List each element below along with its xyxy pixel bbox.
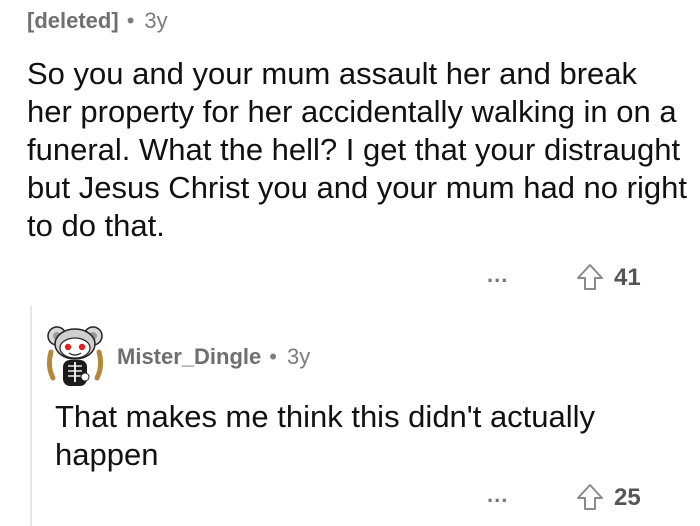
vote-count: 41	[614, 264, 641, 291]
comment-deleted: [deleted] • 3y So you and your mum assault…	[0, 0, 700, 306]
upvote-arrow-icon[interactable]	[575, 262, 605, 292]
upvote-arrow-icon[interactable]	[575, 482, 605, 512]
comment-actions: ... 41	[0, 258, 700, 298]
more-options-icon[interactable]: ...	[487, 482, 508, 508]
comment-age: 3y	[144, 8, 168, 33]
vote-count: 25	[614, 484, 641, 511]
comment-body: So you and your mum assault her and brea…	[27, 56, 687, 243]
reply-author[interactable]: Mister_Dingle	[117, 344, 261, 369]
snoo-avatar-icon[interactable]	[45, 322, 105, 390]
comment-meta: [deleted] • 3y	[27, 8, 168, 34]
comment-author[interactable]: [deleted]	[27, 8, 119, 33]
reply-meta: Mister_Dingle • 3y	[117, 344, 310, 370]
comment-reply: Mister_Dingle • 3y That makes me think thi…	[0, 306, 700, 526]
meta-separator: •	[126, 8, 135, 33]
more-options-icon[interactable]: ...	[487, 262, 508, 288]
meta-separator: •	[269, 344, 277, 369]
reply-body: That makes me think this didn't actually…	[55, 399, 596, 472]
reply-actions: ... 25	[0, 478, 700, 518]
reply-age: 3y	[286, 344, 311, 369]
